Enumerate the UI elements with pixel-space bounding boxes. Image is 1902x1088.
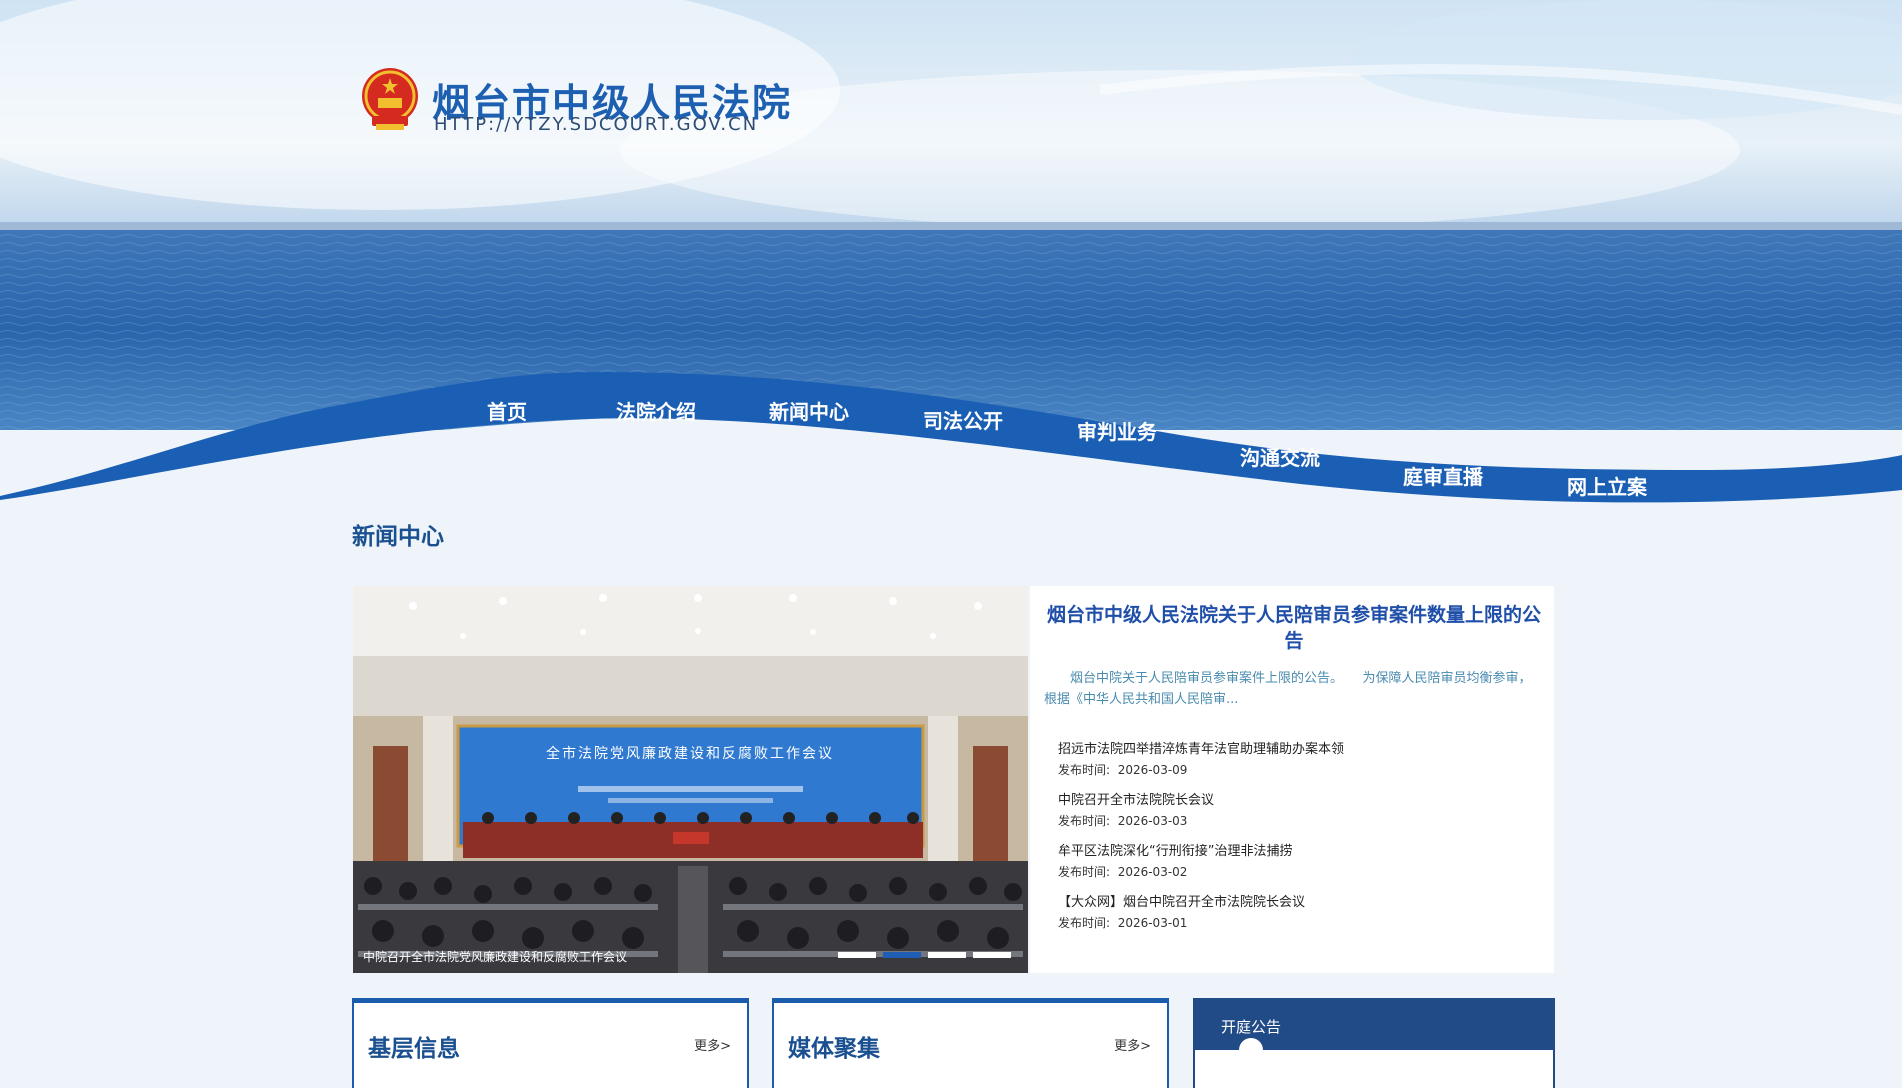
box-title: 基层信息 [368,1036,460,1062]
screen-banner-text: 全市法院党风廉政建设和反腐败工作会议 [546,745,834,762]
news-date-label: 发布时间: [1058,814,1111,828]
more-link[interactable]: 更多> [1114,1035,1151,1054]
section-title: 新闻中心 [352,524,444,550]
nav-trial-business[interactable]: 审判业务 [1077,416,1157,445]
box-title: 媒体聚集 [788,1036,880,1062]
news-item-date-row: 发布时间: 2026-03-03 [1058,812,1528,829]
nav-online-filing[interactable]: 网上立案 [1567,471,1647,500]
carousel-dot-3[interactable] [928,952,966,958]
media-focus-box: 媒体聚集 更多> [772,998,1169,1088]
carousel-dot-1[interactable] [838,952,876,958]
court-notice-header: 开庭公告 [1195,1000,1553,1050]
national-emblem-icon [362,68,418,130]
nav-court-intro[interactable]: 法院介绍 [616,396,696,425]
news-date-label: 发布时间: [1058,763,1111,777]
news-date-label: 发布时间: [1058,916,1111,930]
more-link[interactable]: 更多> [694,1035,731,1054]
news-item-date-row: 发布时间: 2026-03-02 [1058,863,1528,880]
news-item-title[interactable]: 中院召开全市法院院长会议 [1058,789,1528,808]
site-url: HTTP://YTZY.SDCOURT.GOV.CN [434,114,759,135]
nav-judicial-openness[interactable]: 司法公开 [923,405,1003,434]
carousel-dot-2[interactable] [883,952,921,958]
news-date: 2026-03-01 [1117,916,1188,930]
news-panel: 烟台市中级人民法院关于人民陪审员参审案件数量上限的公告 烟台中院关于人民陪审员参… [1030,586,1554,973]
tab-court-notice[interactable]: 开庭公告 [1221,1016,1281,1037]
news-date-label: 发布时间: [1058,865,1111,879]
nav-live-trial[interactable]: 庭审直播 [1403,461,1483,490]
carousel-photo: 全市法院党风廉政建设和反腐败工作会议 [353,586,1028,973]
news-item-date-row: 发布时间: 2026-03-01 [1058,914,1528,931]
active-tab-indicator [1239,1038,1263,1050]
news-item-title[interactable]: 【大众网】烟台中院召开全市法院院长会议 [1058,891,1528,910]
news-date: 2026-03-03 [1117,814,1188,828]
carousel-caption: 中院召开全市法院党风廉政建设和反腐败工作会议 [363,950,628,964]
news-carousel[interactable]: 全市法院党风廉政建设和反腐败工作会议 中院召开全市法院党风廉政建设和反腐败工作会… [353,586,1028,973]
news-item-title[interactable]: 牟平区法院深化“行刑衔接”治理非法捕捞 [1058,840,1528,859]
nav-communication[interactable]: 沟通交流 [1240,442,1320,471]
carousel-dot-4[interactable] [973,952,1011,958]
nav-news-center[interactable]: 新闻中心 [769,396,849,425]
headline-link[interactable]: 烟台市中级人民法院关于人民陪审员参审案件数量上限的公告 [1042,602,1546,654]
news-list-item[interactable]: 【大众网】烟台中院召开全市法院院长会议 发布时间: 2026-03-01 [1058,891,1528,931]
nav-home[interactable]: 首页 [487,396,527,425]
news-item-title[interactable]: 招远市法院四举措淬炼青年法官助理辅助办案本领 [1058,738,1528,757]
news-date: 2026-03-02 [1117,865,1188,879]
news-date: 2026-03-09 [1117,763,1188,777]
news-list-item[interactable]: 招远市法院四举措淬炼青年法官助理辅助办案本领 发布时间: 2026-03-09 [1058,738,1528,778]
court-notice-box: 开庭公告 [1193,998,1555,1088]
news-list-item[interactable]: 牟平区法院深化“行刑衔接”治理非法捕捞 发布时间: 2026-03-02 [1058,840,1528,880]
headline-summary: 烟台中院关于人民陪审员参审案件上限的公告。 为保障人民陪审员均衡参审，根据《中华… [1044,671,1532,707]
news-item-date-row: 发布时间: 2026-03-09 [1058,761,1528,778]
news-list-item[interactable]: 中院召开全市法院院长会议 发布时间: 2026-03-03 [1058,789,1528,829]
grassroots-info-box: 基层信息 更多> [352,998,749,1088]
